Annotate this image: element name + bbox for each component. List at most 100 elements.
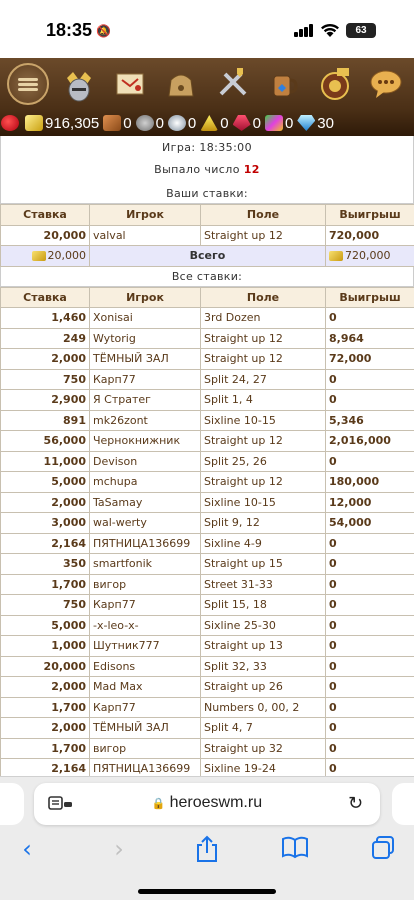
win-amount: 0 [325,389,414,411]
wifi-icon [321,23,339,37]
player-link[interactable]: ПЯТНИЦА136699 [89,758,201,776]
your-bets-table: Ставка Игрок Поле Выигрыш 20,000 valval … [0,204,414,267]
gold-icon [31,251,46,262]
bag-icon[interactable] [160,63,202,105]
player-link[interactable]: Mad Max [89,676,201,698]
player-link[interactable]: ТЁМНЫЙ ЗАЛ [89,717,201,739]
player-link[interactable]: wal-werty [89,512,201,534]
table-row: 2,900 Я Стратег Split 1, 40 [0,389,414,411]
win-amount: 0 [325,655,414,677]
player-link[interactable]: Я Стратег [89,389,201,411]
tavern-icon[interactable] [263,63,305,105]
battery-icon: 63 [346,23,376,38]
bet-amount: 1,700 [0,737,90,759]
player-link[interactable]: valval [89,224,201,246]
table-row: 2,000 ТЁМНЫЙ ЗАЛ Straight up 12 72,000 [0,348,414,370]
player-link[interactable]: Edisons [89,655,201,677]
bet-field: Sixline 10-15 [200,409,326,431]
win-amount: 0 [325,553,414,575]
game-navbar [0,58,414,110]
player-link[interactable]: smartfonik [89,553,201,575]
player-link[interactable]: mk26zont [89,409,201,431]
bet-amount: 1,000 [0,635,90,657]
win-amount: 5,346 [325,409,414,431]
player-link[interactable]: ТЁМНЫЙ ЗАЛ [89,348,201,370]
game-result: Выпало число 12 [154,163,260,176]
total-row: 20,000 Всего 720,000 [0,245,414,267]
win-amount: 0 [325,594,414,616]
bet-amount: 3,000 [0,512,90,534]
table-row: 750 Карп77 Split 15, 18 0 [0,594,414,616]
forward-icon[interactable]: › [104,835,134,863]
bet-field: Straight up 12 [200,430,326,452]
back-icon[interactable]: ‹ [12,835,42,863]
bet-field: Split 25, 26 [200,450,326,472]
table-row: 5,000 -x-leo-x- Sixline 25-30 0 [0,614,414,636]
bet-amount: 2,000 [0,717,90,739]
lock-icon: 🔒 [151,798,166,810]
win-amount: 0 [325,758,414,776]
win-amount: 0 [325,368,414,390]
player-link[interactable]: mchupa [89,471,201,493]
chat-icon[interactable] [365,63,407,105]
your-bets-title: Ваши ставки: [0,184,414,204]
player-link[interactable]: Чернокнижник [89,430,201,452]
win-amount: 0 [325,532,414,554]
table-row: 2,000 TaSamay Sixline 10-15 12,000 [0,491,414,513]
win-amount: 0 [325,573,414,595]
bet-field: Split 32, 33 [200,655,326,677]
player-link[interactable]: Карп77 [89,594,201,616]
player-link[interactable]: Xonisai [89,307,201,329]
win-amount: 0 [325,717,414,739]
bet-field: Straight up 26 [200,676,326,698]
bookmarks-icon[interactable] [280,835,310,859]
player-link[interactable]: ПЯТНИЦА136699 [89,532,201,554]
reload-icon[interactable]: ↻ [348,793,363,814]
win-amount: 0 [325,635,414,657]
player-link[interactable]: вигор [89,573,201,595]
win-amount: 0 [325,307,414,329]
win-amount: 0 [325,696,414,718]
player-link[interactable]: -x-leo-x- [89,614,201,636]
table-header: Ставка Игрок Поле Выигрыш [0,286,414,308]
player-link[interactable]: вигор [89,737,201,759]
table-row: 2,164 ПЯТНИЦА136699 Sixline 4-9 0 [0,532,414,554]
previous-tab-peek[interactable] [0,783,24,825]
battle-swords-icon[interactable] [212,63,254,105]
all-bets-body: 1,460 Xonisai 3rd Dozen 0 249 Wytorig Straight… [0,307,414,776]
cellular-signal-icon [294,24,314,37]
bet-amount: 1,700 [0,696,90,718]
player-link[interactable]: Devison [89,450,201,472]
next-tab-peek[interactable] [392,783,414,825]
share-icon[interactable] [192,835,222,863]
bet-amount: 1,460 [0,307,90,329]
resource-sulfur: 0 [200,115,229,132]
bet-field: Straight up 13 [200,635,326,657]
bet-field: Straight up 12 [200,471,326,493]
address-bar[interactable]: 🔒 heroeswm.ru ↻ [34,783,380,825]
knight-helmet-icon[interactable] [58,63,100,105]
player-link[interactable]: Карп77 [89,368,201,390]
browser-toolbar: ‹ › [0,835,414,865]
map-scroll-icon[interactable] [109,63,151,105]
bet-field: Straight up 15 [200,553,326,575]
menu-icon[interactable] [6,63,49,105]
bet-amount: 5,000 [0,471,90,493]
all-bets-title: Все ставки: [0,266,414,287]
game-info: Игра: 18:35:00 Выпало число 12 [0,136,414,184]
table-row: 2,164 ПЯТНИЦА136699 Sixline 19-24 0 [0,758,414,776]
bet-amount: 249 [0,327,90,349]
mercury-icon [167,115,186,131]
player-link[interactable]: Шутник777 [89,635,201,657]
player-link[interactable]: Карп77 [89,696,201,718]
roulette-icon[interactable] [314,63,356,105]
player-link[interactable]: Wytorig [89,327,201,349]
win-amount: 72,000 [325,348,414,370]
player-link[interactable]: TaSamay [89,491,201,513]
bet-amount: 350 [0,553,90,575]
heart-icon [1,115,19,131]
table-row: 20,000 valval Straight up 12 720,000 [0,224,414,246]
bet-field: Split 4, 7 [200,717,326,739]
tabs-icon[interactable] [368,835,398,861]
win-amount: 12,000 [325,491,414,513]
